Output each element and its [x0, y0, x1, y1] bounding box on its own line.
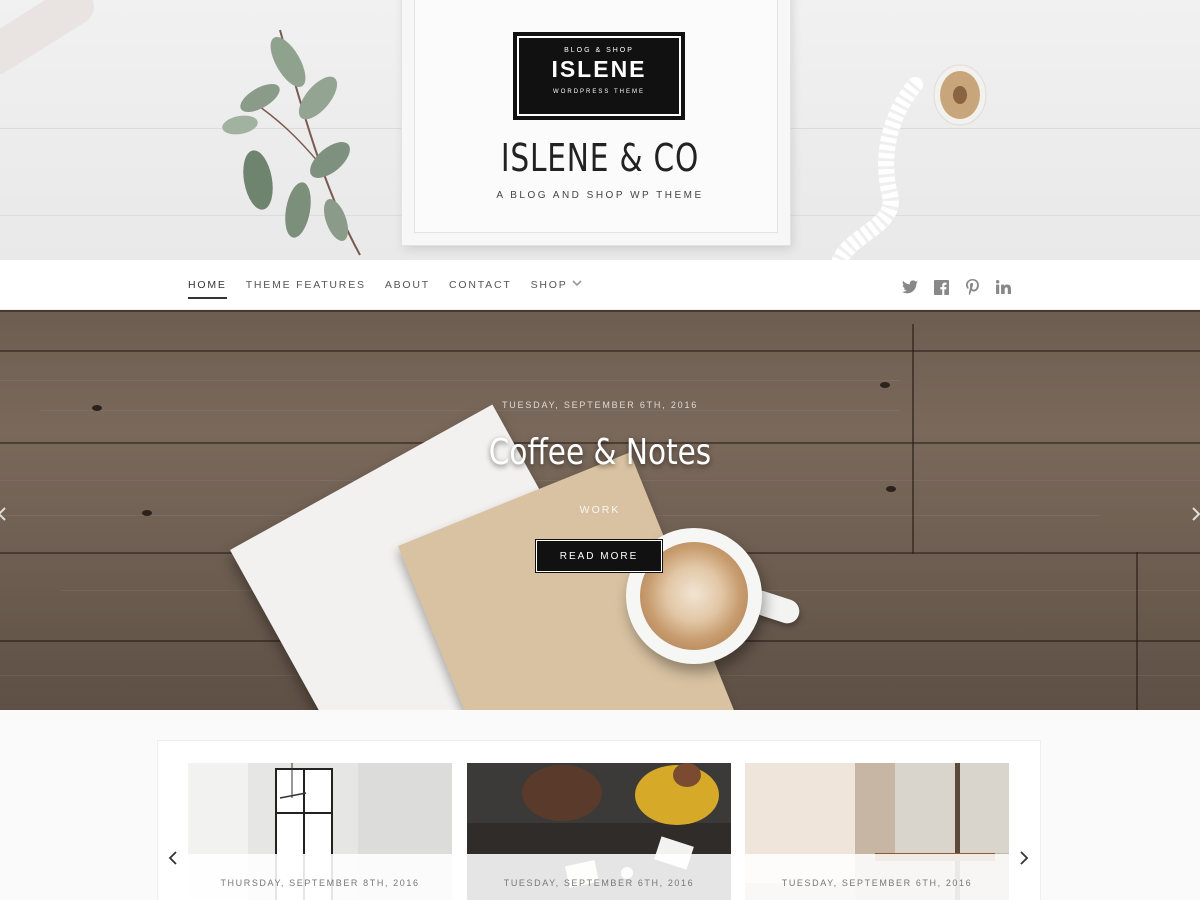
featured-post-card[interactable]: TUESDAY, SEPTEMBER 6TH, 2016: [467, 763, 731, 900]
hero-post-title[interactable]: Coffee & Notes: [108, 432, 1092, 473]
site-title[interactable]: ISLENE & CO: [444, 136, 756, 180]
social-links: [902, 279, 1011, 295]
read-more-button[interactable]: READ MORE: [535, 539, 663, 573]
wood-grain: [40, 410, 900, 411]
hero-prev-arrow-icon[interactable]: [0, 506, 8, 522]
chevron-down-icon: [571, 280, 582, 287]
wood-knot: [880, 382, 890, 388]
ribbon-decoration: [0, 0, 101, 82]
hero-post-date: TUESDAY, SEPTEMBER 6TH, 2016: [501, 400, 699, 410]
site-header: BLOG & SHOP ISLENE WORDPRESS THEME ISLEN…: [0, 0, 1200, 260]
wood-board: [0, 350, 1200, 352]
featured-post-card[interactable]: THURSDAY, SEPTEMBER 8TH, 2016: [188, 763, 452, 900]
nav-item-label: THEME FEATURES: [245, 279, 366, 291]
nav-item-label: SHOP: [530, 279, 568, 291]
post-caption: THURSDAY, SEPTEMBER 8TH, 2016: [188, 854, 452, 900]
hero-post-category[interactable]: WORK: [0, 504, 1200, 516]
nav-item-about[interactable]: ABOUT: [385, 279, 430, 299]
hero-slider: TUESDAY, SEPTEMBER 6TH, 2016 Coffee & No…: [0, 310, 1200, 710]
post-date: TUESDAY, SEPTEMBER 6TH, 2016: [503, 878, 695, 888]
post-date: TUESDAY, SEPTEMBER 6TH, 2016: [781, 878, 973, 888]
hero-next-arrow-icon[interactable]: [1190, 506, 1200, 522]
wood-knot: [886, 486, 896, 492]
featured-post-card[interactable]: TUESDAY, SEPTEMBER 6TH, 2016: [745, 763, 1009, 900]
nav-item-theme-features[interactable]: THEME FEATURES: [246, 279, 366, 299]
wood-joint: [1136, 552, 1138, 710]
carousel-prev-arrow-icon[interactable]: [167, 850, 179, 866]
post-date: THURSDAY, SEPTEMBER 8TH, 2016: [220, 878, 420, 888]
wood-grain: [0, 380, 900, 381]
nav-item-shop[interactable]: SHOP: [531, 279, 582, 299]
nav-menu: HOME THEME FEATURES ABOUT CONTACT SHOP: [188, 279, 601, 299]
logo-main-text: ISLENE: [551, 56, 647, 82]
facebook-icon[interactable]: [933, 279, 949, 295]
nav-item-home[interactable]: HOME: [188, 279, 227, 299]
lace-spool-image: [832, 64, 987, 260]
site-logo[interactable]: BLOG & SHOP ISLENE WORDPRESS THEME: [513, 32, 685, 120]
post-caption: TUESDAY, SEPTEMBER 6TH, 2016: [745, 854, 1009, 900]
nav-item-label: HOME: [188, 279, 227, 291]
carousel-next-arrow-icon[interactable]: [1018, 850, 1030, 866]
post-caption: TUESDAY, SEPTEMBER 6TH, 2016: [467, 854, 731, 900]
eucalyptus-branch-image: [222, 29, 361, 256]
main-navigation: HOME THEME FEATURES ABOUT CONTACT SHOP: [0, 260, 1200, 310]
twitter-icon[interactable]: [902, 279, 918, 295]
nav-item-label: ABOUT: [384, 279, 430, 291]
nav-item-contact[interactable]: CONTACT: [449, 279, 512, 299]
pinterest-icon[interactable]: [964, 279, 980, 295]
site-tagline: A BLOG AND SHOP WP THEME: [496, 190, 704, 201]
linkedin-icon[interactable]: [995, 279, 1011, 295]
nav-item-label: CONTACT: [448, 279, 512, 291]
wood-board: [0, 310, 1200, 312]
logo-bottom-text: WORDPRESS THEME: [553, 89, 645, 95]
logo-top-text: BLOG & SHOP: [564, 47, 634, 54]
